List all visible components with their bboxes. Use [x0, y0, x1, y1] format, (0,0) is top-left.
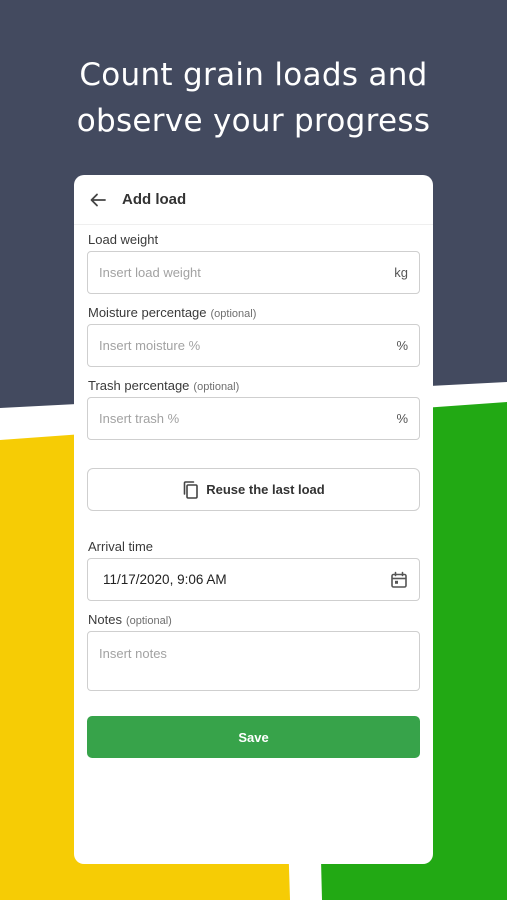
- load-weight-input[interactable]: Insert load weight kg: [87, 251, 420, 294]
- load-weight-label: Load weight: [88, 232, 158, 247]
- reuse-last-load-button[interactable]: Reuse the last load: [87, 468, 420, 511]
- notes-optional-text: (optional): [125, 615, 172, 627]
- moisture-optional-text: (optional): [210, 308, 257, 320]
- notes-label: Notes (optional): [88, 612, 172, 627]
- app-bar: Add load: [74, 175, 433, 225]
- save-button-label: Save: [238, 729, 269, 745]
- load-weight-unit: kg: [394, 265, 408, 280]
- arrow-left-icon: [90, 193, 106, 206]
- page-title: Add load: [122, 191, 187, 208]
- moisture-label-text: Moisture percentage: [88, 305, 207, 320]
- trash-placeholder: Insert trash %: [99, 411, 180, 426]
- trash-label: Trash percentage (optional): [88, 378, 239, 393]
- back-button[interactable]: [74, 175, 122, 225]
- arrival-time-field[interactable]: 11/17/2020, 9:06 AM: [87, 558, 420, 601]
- load-weight-placeholder: Insert load weight: [99, 265, 201, 280]
- trash-input[interactable]: Insert trash % %: [87, 397, 420, 440]
- moisture-unit: %: [396, 338, 408, 353]
- arrival-time-label-text: Arrival time: [88, 539, 154, 554]
- save-button[interactable]: Save: [87, 716, 420, 758]
- reuse-last-load-label: Reuse the last load: [206, 482, 325, 497]
- moisture-placeholder: Insert moisture %: [99, 338, 201, 353]
- load-weight-label-text: Load weight: [88, 232, 159, 247]
- notes-textarea[interactable]: Insert notes: [87, 631, 420, 691]
- arrival-time-label: Arrival time: [88, 539, 153, 554]
- moisture-label: Moisture percentage (optional): [88, 305, 256, 320]
- trash-unit: %: [396, 411, 408, 426]
- trash-optional-text: (optional): [193, 381, 240, 393]
- phone-screen-card: Add load Load weight Insert load weight …: [74, 175, 433, 864]
- arrival-time-value: 11/17/2020, 9:06 AM: [103, 572, 227, 587]
- promo-headline: Count grain loads and observe your progr…: [0, 52, 507, 144]
- calendar-icon[interactable]: [390, 571, 408, 589]
- promo-headline-line-2: observe your progress: [76, 103, 431, 139]
- promo-headline-line-1: Count grain loads and: [79, 57, 428, 93]
- trash-label-text: Trash percentage: [88, 378, 190, 393]
- notes-placeholder: Insert notes: [99, 646, 167, 661]
- moisture-input[interactable]: Insert moisture % %: [87, 324, 420, 367]
- notes-label-text: Notes: [88, 612, 122, 627]
- copy-icon: [183, 480, 199, 499]
